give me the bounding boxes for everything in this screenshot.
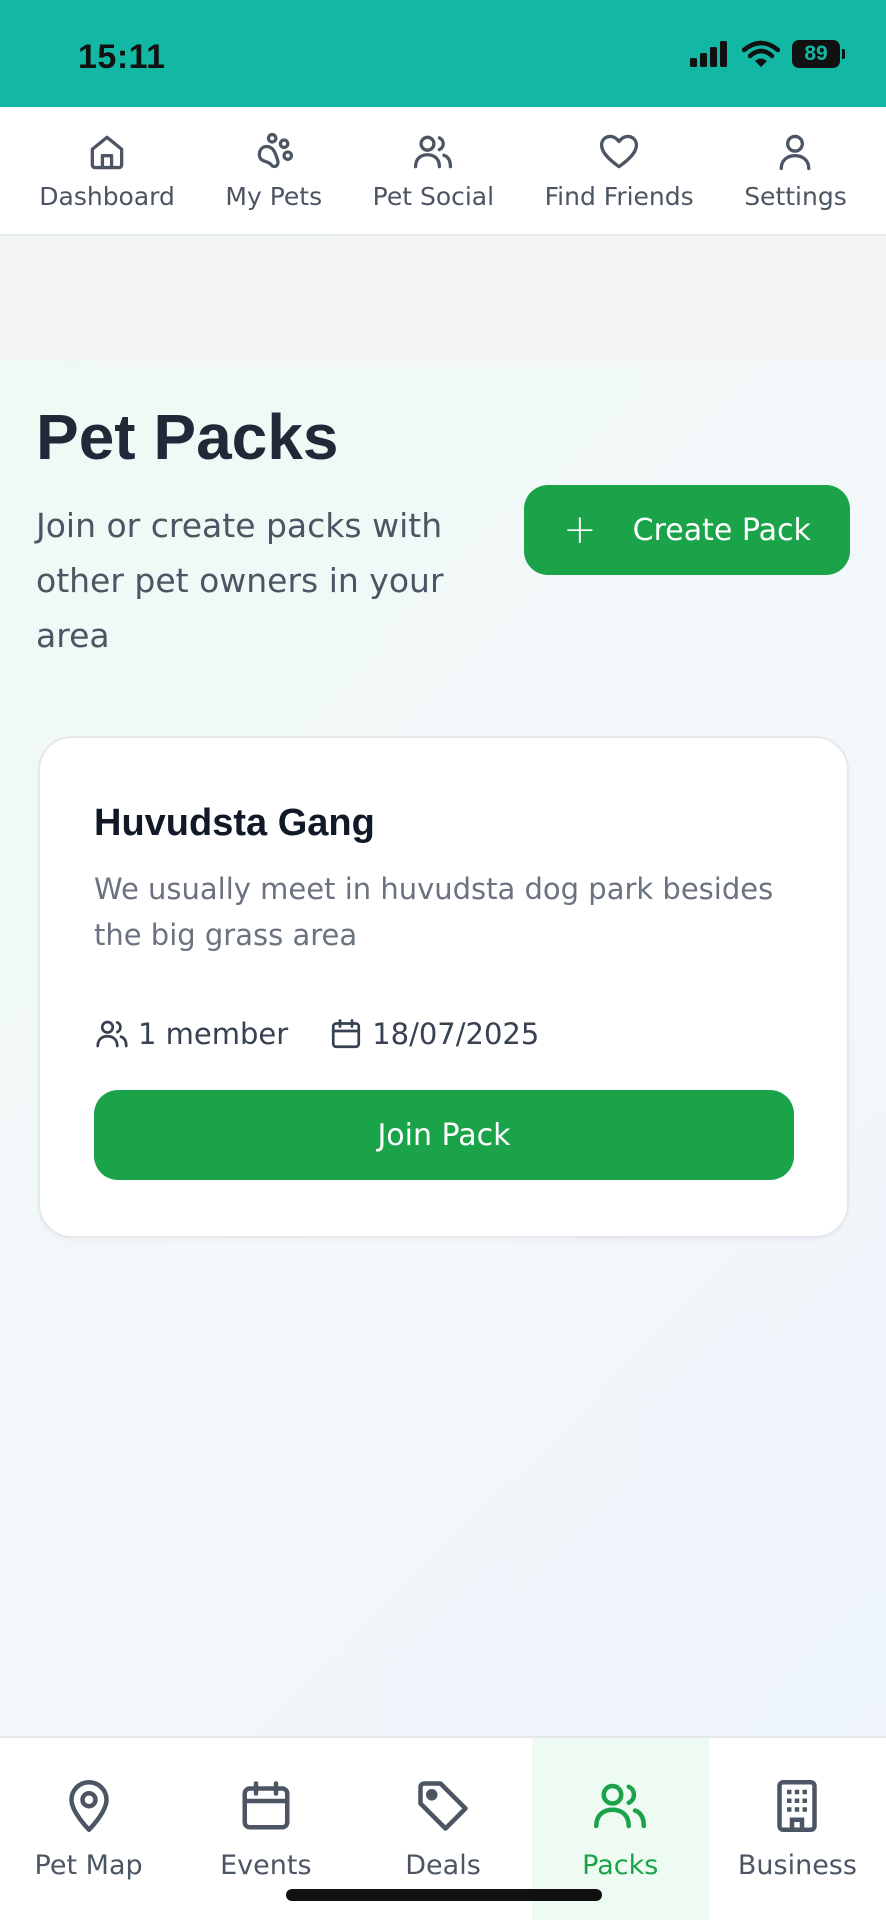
user-icon	[780, 134, 811, 171]
map-pin-icon	[68, 1780, 109, 1832]
page-subtitle: Join or create packs with other pet owne…	[36, 506, 444, 655]
top-nav: Dashboard My Pets Pet Social Find Friend…	[0, 107, 886, 235]
join-pack-label: Join Pack	[377, 1117, 511, 1153]
pack-name: Huvudsta Gang	[94, 802, 375, 844]
signal-icon	[690, 41, 727, 67]
home-icon	[90, 135, 124, 170]
bottom-nav-label: Deals	[405, 1850, 481, 1881]
status-bar: 15:11 89	[0, 0, 886, 107]
top-nav-label: My Pets	[225, 182, 323, 211]
bottom-nav-pet-map[interactable]: Pet Map	[0, 1738, 177, 1920]
calendar-icon	[332, 1019, 361, 1049]
plus-icon: +	[563, 507, 597, 553]
bottom-nav-label: Events	[220, 1850, 312, 1881]
page-title: Pet Packs	[36, 401, 339, 473]
bottom-nav-business[interactable]: Business	[709, 1738, 886, 1920]
status-icons: 89	[690, 40, 845, 68]
battery-indicator: 89	[792, 40, 845, 68]
users-icon	[594, 1783, 647, 1829]
users-icon	[414, 135, 453, 169]
paw-icon	[257, 132, 293, 169]
users-icon	[96, 1020, 128, 1048]
pack-meta: 1 member 18/07/2025	[94, 1016, 539, 1052]
pack-description: We usually meet in huvudsta dog park bes…	[94, 872, 774, 952]
header-spacer	[0, 236, 886, 362]
building-icon	[777, 1780, 818, 1832]
pack-members: 1 member	[94, 1016, 288, 1052]
status-time: 15:11	[78, 38, 166, 76]
pack-date: 18/07/2025	[328, 1016, 539, 1052]
top-nav-pet-social[interactable]: Pet Social	[373, 130, 494, 211]
home-indicator	[286, 1889, 602, 1901]
pack-members-count: 1 member	[138, 1017, 289, 1051]
top-nav-label: Settings	[744, 182, 847, 211]
wifi-icon	[742, 40, 780, 67]
bottom-nav-label: Packs	[582, 1850, 659, 1881]
bottom-nav-label: Business	[737, 1850, 857, 1881]
top-nav-find-friends[interactable]: Find Friends	[545, 130, 694, 211]
top-nav-my-pets[interactable]: My Pets	[225, 130, 322, 211]
bottom-nav-label: Pet Map	[34, 1850, 143, 1881]
battery-level: 89	[804, 42, 828, 65]
tag-icon	[418, 1781, 468, 1831]
pack-card: Huvudsta Gang We usually meet in huvudst…	[38, 736, 849, 1238]
top-nav-label: Pet Social	[372, 182, 495, 211]
create-pack-button[interactable]: + Create Pack	[524, 485, 850, 575]
top-nav-label: Find Friends	[544, 182, 694, 211]
top-nav-dashboard[interactable]: Dashboard	[39, 130, 175, 211]
join-pack-button[interactable]: Join Pack	[94, 1090, 794, 1180]
main-content: Pet Packs Join or create packs with othe…	[0, 236, 886, 1736]
heart-icon	[600, 134, 639, 169]
top-nav-label: Dashboard	[39, 182, 175, 211]
top-nav-settings[interactable]: Settings	[744, 130, 847, 211]
calendar-icon	[242, 1781, 290, 1830]
pack-date-value: 18/07/2025	[372, 1017, 540, 1051]
create-pack-label: Create Pack	[632, 512, 811, 548]
